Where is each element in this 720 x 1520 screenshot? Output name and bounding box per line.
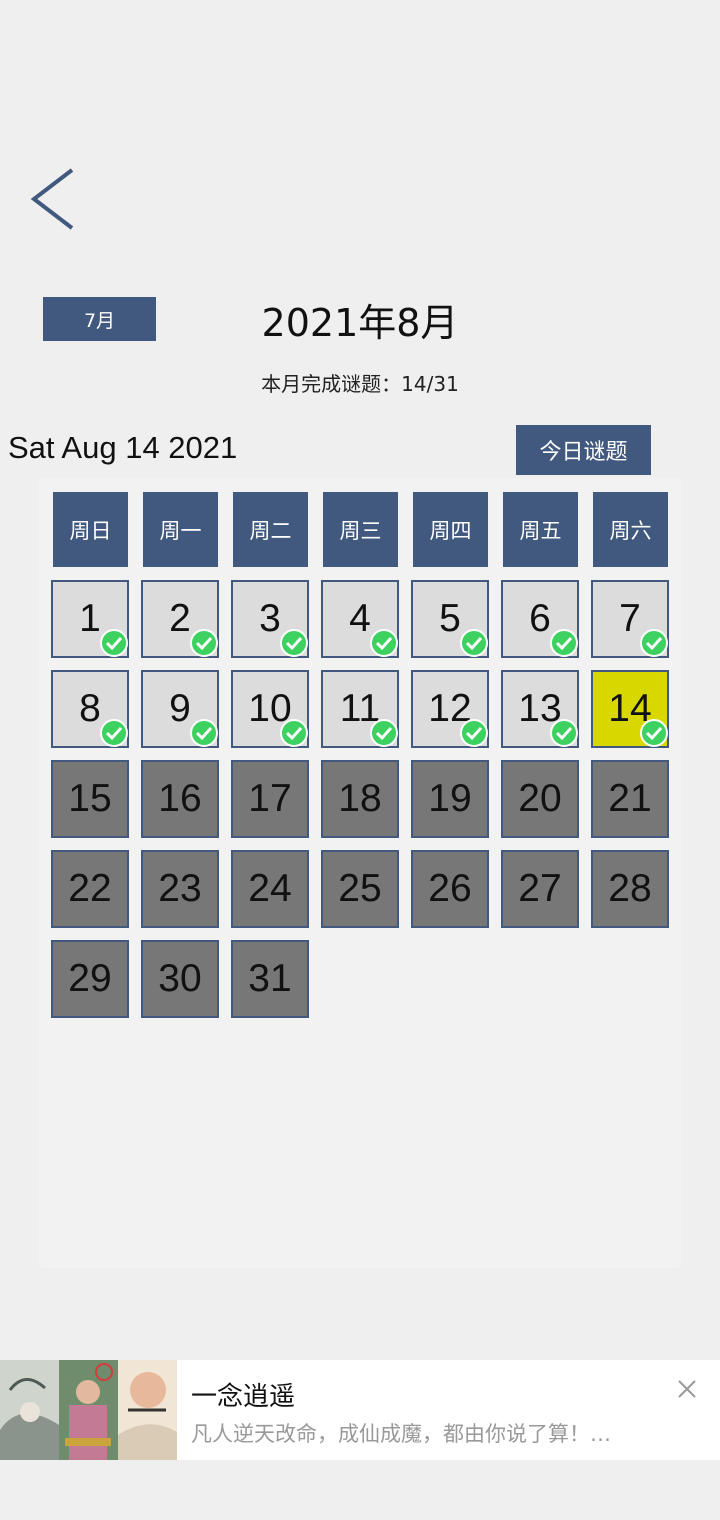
check-circle-icon bbox=[100, 629, 128, 657]
ad-banner[interactable]: 一念逍遥 凡人逆天改命，成仙成魔，都由你说了算！… bbox=[0, 1360, 720, 1460]
weekday-header: 周二 bbox=[233, 492, 308, 567]
chevron-left-icon bbox=[30, 168, 74, 230]
check-circle-icon bbox=[280, 629, 308, 657]
calendar-day-21[interactable]: 21 bbox=[591, 760, 669, 838]
ad-thumbnail-image bbox=[59, 1360, 118, 1460]
calendar-day-11[interactable]: 11 bbox=[321, 670, 399, 748]
calendar-day-28[interactable]: 28 bbox=[591, 850, 669, 928]
day-number: 7 bbox=[619, 597, 641, 640]
check-circle-icon bbox=[640, 719, 668, 747]
back-button[interactable] bbox=[22, 160, 92, 240]
day-number: 18 bbox=[338, 777, 382, 820]
calendar-day-18[interactable]: 18 bbox=[321, 760, 399, 838]
day-number: 25 bbox=[338, 867, 382, 910]
day-number: 9 bbox=[169, 687, 191, 730]
calendar-day-4[interactable]: 4 bbox=[321, 580, 399, 658]
day-number: 30 bbox=[158, 957, 202, 1000]
calendar-day-26[interactable]: 26 bbox=[411, 850, 489, 928]
calendar-day-17[interactable]: 17 bbox=[231, 760, 309, 838]
weekday-header: 周三 bbox=[323, 492, 398, 567]
day-number: 2 bbox=[169, 597, 191, 640]
calendar-day-31[interactable]: 31 bbox=[231, 940, 309, 1018]
progress-text: 本月完成谜题：14/31 bbox=[261, 372, 459, 396]
weekday-header: 周日 bbox=[53, 492, 128, 567]
day-number: 22 bbox=[68, 867, 112, 910]
day-number: 23 bbox=[158, 867, 202, 910]
weekday-header: 周一 bbox=[143, 492, 218, 567]
calendar-day-5[interactable]: 5 bbox=[411, 580, 489, 658]
day-number: 15 bbox=[68, 777, 112, 820]
calendar-day-14[interactable]: 14 bbox=[591, 670, 669, 748]
calendar-day-6[interactable]: 6 bbox=[501, 580, 579, 658]
ad-close-button[interactable] bbox=[675, 1377, 699, 1401]
weekday-header: 周六 bbox=[593, 492, 668, 567]
check-circle-icon bbox=[460, 629, 488, 657]
calendar-day-1[interactable]: 1 bbox=[51, 580, 129, 658]
prev-month-button[interactable]: 7月 bbox=[43, 297, 156, 341]
check-circle-icon bbox=[190, 629, 218, 657]
day-number: 20 bbox=[518, 777, 562, 820]
day-number: 26 bbox=[428, 867, 472, 910]
day-number: 4 bbox=[349, 597, 371, 640]
day-number: 5 bbox=[439, 597, 461, 640]
check-circle-icon bbox=[280, 719, 308, 747]
calendar-day-30[interactable]: 30 bbox=[141, 940, 219, 1018]
check-circle-icon bbox=[370, 629, 398, 657]
ad-thumbnail-image bbox=[0, 1360, 59, 1460]
day-number: 3 bbox=[259, 597, 281, 640]
day-number: 16 bbox=[158, 777, 202, 820]
calendar-day-2[interactable]: 2 bbox=[141, 580, 219, 658]
calendar-day-19[interactable]: 19 bbox=[411, 760, 489, 838]
check-circle-icon bbox=[100, 719, 128, 747]
month-title: 2021年8月 bbox=[261, 301, 459, 345]
calendar-day-12[interactable]: 12 bbox=[411, 670, 489, 748]
day-number: 29 bbox=[68, 957, 112, 1000]
check-circle-icon bbox=[460, 719, 488, 747]
calendar-day-20[interactable]: 20 bbox=[501, 760, 579, 838]
day-number: 8 bbox=[79, 687, 101, 730]
day-number: 27 bbox=[518, 867, 562, 910]
day-number: 31 bbox=[248, 957, 292, 1000]
calendar-day-27[interactable]: 27 bbox=[501, 850, 579, 928]
calendar-day-24[interactable]: 24 bbox=[231, 850, 309, 928]
today-puzzle-button[interactable]: 今日谜题 bbox=[516, 425, 651, 475]
day-number: 19 bbox=[428, 777, 472, 820]
calendar-day-10[interactable]: 10 bbox=[231, 670, 309, 748]
weekday-header: 周四 bbox=[413, 492, 488, 567]
calendar-day-22[interactable]: 22 bbox=[51, 850, 129, 928]
calendar-day-23[interactable]: 23 bbox=[141, 850, 219, 928]
day-number: 1 bbox=[79, 597, 101, 640]
ad-title: 一念逍遥 bbox=[191, 1382, 296, 1412]
close-icon bbox=[678, 1380, 696, 1398]
check-circle-icon bbox=[370, 719, 398, 747]
day-number: 17 bbox=[248, 777, 292, 820]
check-circle-icon bbox=[640, 629, 668, 657]
check-circle-icon bbox=[550, 629, 578, 657]
ad-description: 凡人逆天改命，成仙成魔，都由你说了算！… bbox=[191, 1422, 611, 1446]
day-number: 6 bbox=[529, 597, 551, 640]
calendar-day-25[interactable]: 25 bbox=[321, 850, 399, 928]
calendar-day-9[interactable]: 9 bbox=[141, 670, 219, 748]
day-number: 28 bbox=[608, 867, 652, 910]
day-number: 24 bbox=[248, 867, 292, 910]
ad-thumbnail-image bbox=[118, 1360, 177, 1460]
calendar-day-16[interactable]: 16 bbox=[141, 760, 219, 838]
calendar-day-8[interactable]: 8 bbox=[51, 670, 129, 748]
calendar-day-29[interactable]: 29 bbox=[51, 940, 129, 1018]
calendar-day-7[interactable]: 7 bbox=[591, 580, 669, 658]
check-circle-icon bbox=[550, 719, 578, 747]
current-date: Sat Aug 14 2021 bbox=[8, 430, 238, 465]
calendar-day-15[interactable]: 15 bbox=[51, 760, 129, 838]
calendar-day-13[interactable]: 13 bbox=[501, 670, 579, 748]
day-number: 21 bbox=[608, 777, 652, 820]
weekday-header: 周五 bbox=[503, 492, 578, 567]
calendar-day-3[interactable]: 3 bbox=[231, 580, 309, 658]
check-circle-icon bbox=[190, 719, 218, 747]
